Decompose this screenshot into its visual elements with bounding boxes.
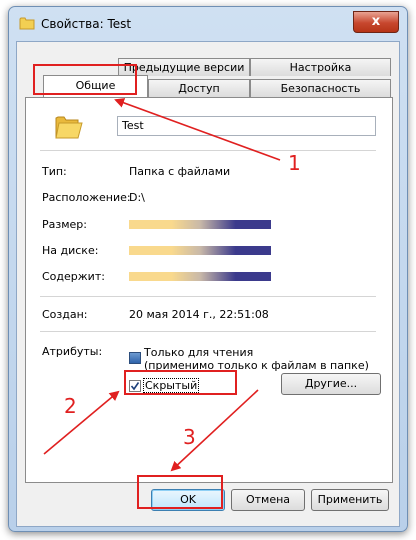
arrow-3 [170,389,259,472]
arrow-1 [114,98,281,161]
annotation-arrows [43,98,281,472]
arrow-2 [43,390,120,455]
